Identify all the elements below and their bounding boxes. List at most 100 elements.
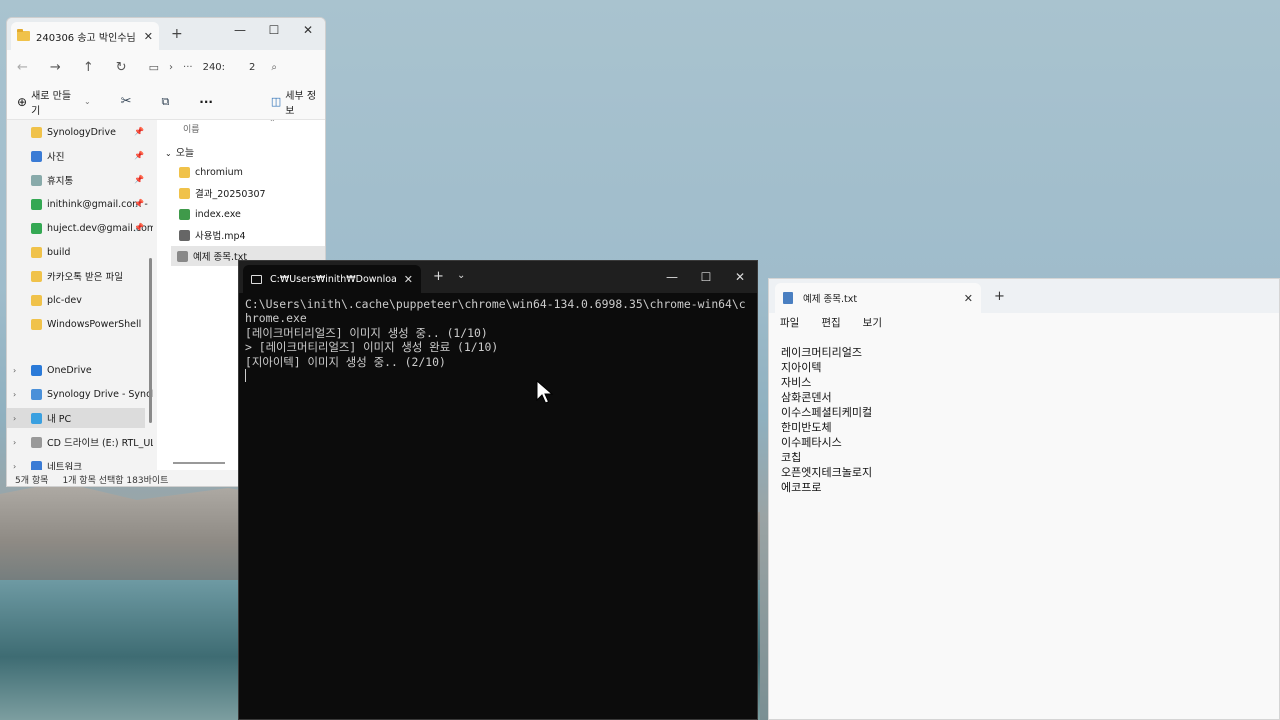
sidebar-root-item[interactable]: › Synology Drive - Synolo	[7, 384, 153, 404]
close-window-button[interactable]: ✕	[291, 20, 325, 40]
back-icon[interactable]: ←	[17, 60, 28, 75]
close-tab-icon[interactable]: ✕	[144, 30, 153, 43]
sidebar-item[interactable]: 사진	[31, 146, 64, 166]
pin-icon: 📌	[134, 223, 144, 232]
terminal-output[interactable]: C:\Users\inith\.cache\puppeteer\chrome\w…	[245, 297, 751, 385]
terminal-window: C:₩Users₩inith₩Downloads₩ ✕ + ⌄ — ☐ ✕ C:…	[238, 260, 758, 720]
file-row[interactable]: 결과_20250307	[173, 183, 266, 203]
text-line: 에코프로	[781, 481, 822, 494]
details-pane-button[interactable]: ◫ 세부 정보	[271, 87, 325, 117]
more-breadcrumbs-icon[interactable]: ···	[183, 62, 193, 73]
forward-icon[interactable]: →	[50, 60, 61, 75]
sidebar-root-item[interactable]: › OneDrive	[7, 360, 92, 380]
explorer-tab[interactable]: 240306 송고 박인수님 ✕	[11, 22, 159, 50]
chevron-right-icon[interactable]: ›	[13, 390, 16, 399]
minimize-button[interactable]: —	[655, 267, 689, 287]
sidebar-item-label: Synology Drive - Synolo	[47, 388, 153, 400]
pin-icon: 📌	[134, 151, 144, 160]
menu-item[interactable]: 파일	[780, 315, 799, 330]
close-tab-icon[interactable]: ✕	[964, 292, 973, 305]
sidebar-scrollbar[interactable]	[149, 258, 152, 423]
new-tab-button[interactable]: +	[433, 269, 444, 284]
more-options-icon[interactable]: ···	[199, 95, 213, 109]
address-trail: 2	[249, 61, 256, 73]
sidebar-item[interactable]: SynologyDrive	[31, 122, 116, 142]
sidebar-item-label: 카카오톡 받은 파일	[47, 272, 123, 283]
notepad-tab[interactable]: 예제 종목.txt ✕	[775, 283, 981, 313]
terminal-tab-bar: C:₩Users₩inith₩Downloads₩ ✕ + ⌄ — ☐ ✕	[239, 261, 757, 293]
terminal-tab-title: C:₩Users₩inith₩Downloads₩	[270, 273, 396, 285]
new-item-button[interactable]: ⊕ 새로 만들기 ⌄	[17, 87, 91, 117]
up-icon[interactable]: ↑	[83, 60, 94, 75]
sidebar-item-label: plc-dev	[47, 294, 82, 306]
chevron-down-icon: ⌄	[83, 97, 91, 106]
sidebar-item[interactable]: build	[31, 242, 70, 262]
sidebar-item[interactable]: WindowsPowerShell	[31, 314, 141, 334]
refresh-icon[interactable]: ↻	[116, 60, 127, 75]
file-row[interactable]: index.exe	[173, 204, 241, 224]
text-line: 지아이텍	[781, 361, 822, 374]
details-pane-icon: ◫	[270, 95, 282, 108]
file-row[interactable]: 사용법.mp4	[173, 225, 246, 245]
new-tab-button[interactable]: +	[171, 26, 183, 42]
close-tab-icon[interactable]: ✕	[404, 273, 413, 286]
sidebar-item[interactable]: plc-dev	[31, 290, 82, 310]
folder-icon	[179, 187, 190, 199]
new-tab-button[interactable]: +	[994, 289, 1005, 304]
sidebar-item-label: CD 드라이브 (E:) RTL_UL	[47, 438, 153, 449]
exe-icon	[179, 208, 190, 220]
file-name: 결과_20250307	[195, 189, 266, 200]
copy-icon[interactable]: ⧉	[161, 95, 169, 109]
sidebar-item[interactable]: 휴지통	[31, 170, 73, 190]
pin-icon: 📌	[134, 175, 144, 184]
minimize-button[interactable]: —	[223, 20, 257, 40]
plus-circle-icon: ⊕	[17, 94, 28, 109]
sidebar-item-label: build	[47, 246, 71, 258]
maximize-button[interactable]: ☐	[689, 267, 723, 287]
group-header-today[interactable]: ⌄ 오늘	[165, 144, 194, 159]
folder-icon	[31, 318, 42, 330]
notepad-tab-bar: 예제 종목.txt ✕ +	[769, 279, 1279, 313]
sidebar-item-label: 내 PC	[47, 414, 72, 425]
sidebar-item[interactable]: inithink@gmail.com -	[31, 194, 148, 214]
close-window-button[interactable]: ✕	[723, 267, 757, 287]
terminal-tab[interactable]: C:₩Users₩inith₩Downloads₩ ✕	[243, 265, 421, 293]
tab-dropdown-icon[interactable]: ⌄	[457, 270, 465, 281]
horizontal-scrollbar[interactable]	[173, 462, 225, 464]
selection-info: 1개 항목 선택함 183바이트	[62, 475, 169, 486]
google-drive-icon	[31, 198, 42, 210]
cut-icon[interactable]: ✂	[121, 94, 132, 109]
file-name: 사용법.mp4	[195, 231, 246, 242]
chevron-right-icon[interactable]: ›	[13, 438, 16, 447]
folder-icon	[31, 294, 42, 306]
cd-drive-icon	[31, 436, 42, 448]
sidebar-root-item[interactable]: › 내 PC	[7, 408, 145, 428]
text-caret	[245, 369, 246, 383]
notepad-text-area[interactable]: 레이크머티리얼즈 지아이텍 자비스 삼화콘덴서 이수스페셜티케미컬 한미반도체 이수페타시스…	[781, 345, 872, 495]
sidebar-root-item[interactable]: › 네트워크	[7, 456, 82, 470]
pc-icon	[31, 412, 42, 424]
text-line: 코칩	[781, 451, 802, 464]
chevron-right-icon[interactable]: ›	[13, 366, 16, 375]
file-row[interactable]: chromium	[173, 162, 243, 182]
notepad-tab-title: 예제 종목.txt	[803, 294, 858, 305]
file-name: chromium	[195, 166, 243, 178]
chevron-right-icon[interactable]: ›	[13, 414, 16, 423]
menu-item[interactable]: 편집	[821, 315, 840, 330]
search-icon[interactable]: ⌕	[271, 62, 277, 73]
sidebar-root-item[interactable]: › CD 드라이브 (E:) RTL_UL	[7, 432, 153, 452]
maximize-button[interactable]: ☐	[257, 20, 291, 40]
terminal-line: [지아이텍] 이미지 생성 중.. (2/10)	[245, 354, 446, 369]
sidebar-item[interactable]: 카카오톡 받은 파일	[31, 266, 123, 286]
group-today-label: 오늘	[175, 148, 195, 159]
mouse-pointer-icon	[536, 380, 554, 404]
terminal-line: [레이크머티리얼즈] 이미지 생성 중.. (1/10)	[245, 325, 488, 340]
menu-item[interactable]: 보기	[863, 315, 882, 330]
sidebar-item-label: 네트워크	[47, 462, 82, 470]
terminal-line: C:\Users\inith\.cache\puppeteer\chrome\w…	[245, 297, 746, 326]
address-bar[interactable]: ▭ › ··· 240: 2 ⌕	[149, 61, 277, 74]
text-line: 한미반도체	[781, 421, 832, 434]
chevron-right-icon[interactable]: ›	[13, 462, 16, 471]
name-column-header[interactable]: 이름	[183, 122, 200, 135]
notepad-menu-bar: 파일 편집 보기	[780, 315, 882, 330]
